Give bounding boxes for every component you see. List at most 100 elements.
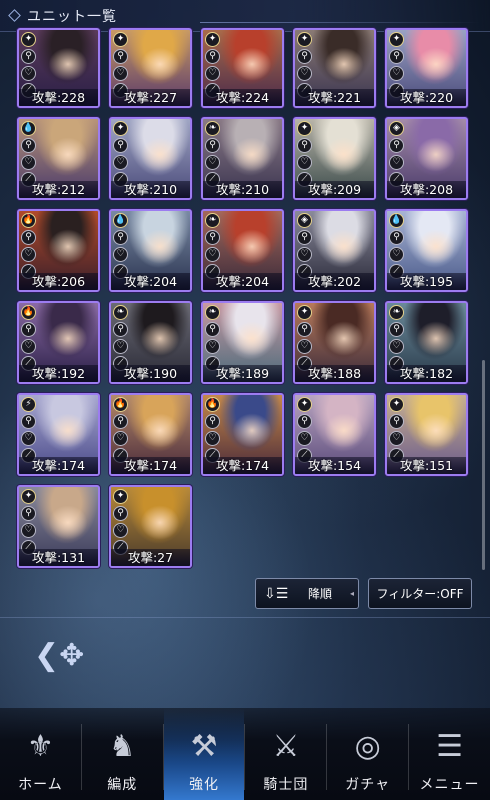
class-icon: ♡: [297, 247, 312, 262]
scrollbar[interactable]: [482, 360, 485, 570]
unit-card[interactable]: ❧ ⚲ ♡ ⟋ 攻撃:189: [201, 301, 284, 384]
unit-card[interactable]: 💧 ⚲ ♡ ⟋ 攻撃:195: [385, 209, 468, 292]
weapon-type-icon: ⚲: [113, 138, 128, 153]
weapon-type-icon: ⚲: [389, 138, 404, 153]
unit-card[interactable]: ⚡ ⚲ ♡ ⟋ 攻撃:174: [17, 393, 100, 476]
sort-order-button[interactable]: ⇩☰ 降順 ◂: [255, 578, 359, 609]
unit-card[interactable]: ✦⚲♡⟋攻撃:221: [293, 28, 376, 108]
element-icon: ❧: [205, 121, 220, 136]
nav-item-knight-helmet[interactable]: ♞ 編成: [82, 708, 163, 800]
element-icon: ❧: [205, 213, 220, 228]
element-icon: ✦: [21, 32, 36, 47]
element-icon: ◈: [297, 213, 312, 228]
unit-card[interactable]: 🔥 ⚲ ♡ ⟋ 攻撃:206: [17, 209, 100, 292]
class-icon: ♡: [205, 155, 220, 170]
unit-card[interactable]: 💧 ⚲ ♡ ⟋ 攻撃:204: [109, 209, 192, 292]
unit-stat-icons: ✦⚲♡⟋: [389, 397, 404, 463]
weapon-type-icon: ⚲: [113, 506, 128, 521]
element-icon: ✦: [205, 32, 220, 47]
unit-attack-label: 攻撃:210: [111, 181, 190, 198]
nav-label: ホーム: [18, 777, 63, 793]
unit-card[interactable]: ❧ ⚲ ♡ ⟋ 攻撃:210: [201, 117, 284, 200]
nav-item-gacha-orb[interactable]: ◎ ガチャ: [327, 708, 408, 800]
unit-stat-icons: ✦⚲♡⟋: [297, 305, 312, 371]
back-button[interactable]: ❮✥: [34, 638, 84, 674]
class-icon: ♡: [297, 66, 312, 81]
class-icon: ♡: [21, 339, 36, 354]
unit-card[interactable]: ◈ ⚲ ♡ ⟋ 攻撃:208: [385, 117, 468, 200]
unit-stat-icons: ⚡ ⚲ ♡ ⟋: [21, 397, 36, 463]
unit-card[interactable]: ✦⚲♡⟋攻撃:220: [385, 28, 468, 108]
unit-card[interactable]: ✦⚲♡⟋攻撃:224: [201, 28, 284, 108]
unit-card[interactable]: ❧ ⚲ ♡ ⟋ 攻撃:182: [385, 301, 468, 384]
unit-stat-icons: 🔥 ⚲ ♡ ⟋: [205, 397, 220, 463]
home-icon: ⚜: [26, 728, 54, 764]
unit-card[interactable]: 💧 ⚲ ♡ ⟋ 攻撃:212: [17, 117, 100, 200]
unit-card[interactable]: ✦ ⚲ ♡ ⟋ 攻撃:27: [109, 485, 192, 568]
unit-card[interactable]: ❧ ⚲ ♡ ⟋ 攻撃:190: [109, 301, 192, 384]
class-icon: ♡: [389, 339, 404, 354]
weapon-type-icon: ⚲: [21, 138, 36, 153]
nav-label: ガチャ: [345, 777, 391, 793]
filter-button[interactable]: フィルター:OFF: [368, 578, 472, 609]
nav-item-enhance[interactable]: ⚒ 強化: [163, 708, 245, 800]
menu-scroll-icon: ☰: [436, 728, 463, 764]
unit-card[interactable]: ✦ ⚲ ♡ ⟋ 攻撃:154: [293, 393, 376, 476]
unit-attack-label: 攻撃:209: [295, 181, 374, 198]
class-icon: ♡: [389, 66, 404, 81]
unit-attack-label: 攻撃:182: [387, 365, 466, 382]
weapon-type-icon: ⚲: [205, 49, 220, 64]
class-icon: ♡: [113, 339, 128, 354]
element-icon: ✦: [297, 121, 312, 136]
unit-stat-icons: ❧ ⚲ ♡ ⟋: [205, 305, 220, 371]
unit-attack-label: 攻撃:210: [203, 181, 282, 198]
unit-attack-label: 攻撃:204: [203, 273, 282, 290]
nav-item-order-banner[interactable]: ⚔ 騎士団: [245, 708, 326, 800]
element-icon: ✦: [389, 32, 404, 47]
unit-card[interactable]: ◈ ⚲ ♡ ⟋ 攻撃:202: [293, 209, 376, 292]
unit-card[interactable]: 🔥 ⚲ ♡ ⟋ 攻撃:174: [201, 393, 284, 476]
element-icon: ✦: [297, 397, 312, 412]
weapon-type-icon: ⚲: [21, 49, 36, 64]
nav-item-menu-scroll[interactable]: ☰ メニュー: [409, 708, 490, 800]
unit-attack-label: 攻撃:224: [203, 89, 282, 106]
class-icon: ♡: [113, 247, 128, 262]
unit-card[interactable]: ✦⚲♡⟋攻撃:227: [109, 28, 192, 108]
unit-card[interactable]: ✦ ⚲ ♡ ⟋ 攻撃:209: [293, 117, 376, 200]
filter-label: フィルター:OFF: [376, 587, 464, 601]
back-arrow-icon: ❮✥: [34, 638, 85, 673]
class-icon: ♡: [389, 431, 404, 446]
nav-label: メニュー: [419, 777, 480, 793]
element-icon: 💧: [21, 121, 36, 136]
nav-item-home[interactable]: ⚜ ホーム: [0, 708, 81, 800]
class-icon: ♡: [297, 155, 312, 170]
unit-stat-icons: 💧 ⚲ ♡ ⟋: [113, 213, 128, 279]
unit-card[interactable]: 🔥 ⚲ ♡ ⟋ 攻撃:192: [17, 301, 100, 384]
unit-card[interactable]: ✦ ⚲ ♡ ⟋ 攻撃:188: [293, 301, 376, 384]
element-icon: ✦: [21, 489, 36, 504]
unit-stat-icons: 🔥 ⚲ ♡ ⟋: [21, 213, 36, 279]
unit-card[interactable]: ✦⚲♡⟋攻撃:228: [17, 28, 100, 108]
unit-card[interactable]: ❧ ⚲ ♡ ⟋ 攻撃:204: [201, 209, 284, 292]
unit-stat-icons: ❧ ⚲ ♡ ⟋: [205, 121, 220, 187]
class-icon: ♡: [205, 431, 220, 446]
unit-attack-label: 攻撃:227: [111, 89, 190, 106]
element-icon: 🔥: [205, 397, 220, 412]
element-icon: 🔥: [21, 305, 36, 320]
unit-card[interactable]: 🔥 ⚲ ♡ ⟋ 攻撃:174: [109, 393, 192, 476]
unit-stat-icons: 💧 ⚲ ♡ ⟋: [21, 121, 36, 187]
class-icon: ♡: [21, 155, 36, 170]
unit-stat-icons: 🔥 ⚲ ♡ ⟋: [113, 397, 128, 463]
unit-card[interactable]: ✦ ⚲ ♡ ⟋ 攻撃:210: [109, 117, 192, 200]
unit-card[interactable]: ✦ ⚲ ♡ ⟋ 攻撃:151: [385, 393, 468, 476]
element-icon: 💧: [389, 213, 404, 228]
unit-attack-label: 攻撃:195: [387, 273, 466, 290]
nav-label: 騎士団: [263, 777, 309, 793]
unit-attack-label: 攻撃:188: [295, 365, 374, 382]
unit-attack-label: 攻撃:220: [387, 89, 466, 106]
sort-label: 降順: [308, 587, 333, 601]
unit-attack-label: 攻撃:174: [19, 457, 98, 474]
unit-card[interactable]: ✦ ⚲ ♡ ⟋ 攻撃:131: [17, 485, 100, 568]
unit-stat-icons: ❧ ⚲ ♡ ⟋: [389, 305, 404, 371]
unit-stat-icons: ✦⚲♡⟋: [113, 489, 128, 555]
